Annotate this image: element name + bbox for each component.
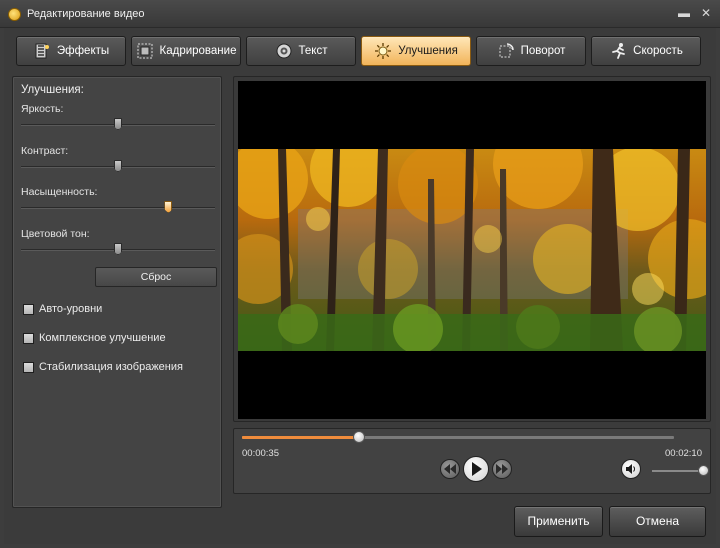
tab-enhance[interactable]: Улучшения: [361, 36, 471, 66]
text-icon: [275, 42, 293, 60]
contrast-slider[interactable]: [21, 160, 215, 172]
rewind-icon: [444, 464, 456, 474]
rotate-icon: [497, 42, 515, 60]
effects-icon: [33, 42, 51, 60]
stabilization-checkbox[interactable]: [23, 361, 34, 373]
enhancements-panel: Улучшения: Яркость: Контраст: Насыщеннос…: [12, 76, 222, 508]
current-time: 00:00:35: [242, 448, 279, 459]
contrast-label: Контраст:: [21, 145, 69, 157]
tab-label: Кадрирование: [159, 45, 237, 57]
tab-label: Улучшения: [398, 45, 458, 57]
fast-forward-icon: [496, 464, 508, 474]
saturation-label: Насыщенность:: [21, 186, 98, 198]
volume-thumb[interactable]: [698, 465, 709, 476]
tab-effects[interactable]: Эффекты: [16, 36, 126, 66]
video-preview-frame: [233, 76, 711, 422]
video-frame-image: [238, 149, 706, 351]
auto-levels-label: Авто-уровни: [39, 303, 103, 315]
tab-label: Текст: [298, 45, 328, 57]
saturation-slider[interactable]: [21, 201, 215, 213]
stabilization-option[interactable]: Стабилизация изображения: [23, 361, 183, 373]
auto-levels-option[interactable]: Авто-уровни: [23, 303, 102, 315]
video-preview[interactable]: [238, 81, 706, 419]
slider-thumb[interactable]: [164, 201, 173, 213]
slider-thumb[interactable]: [114, 160, 122, 172]
brightness-slider[interactable]: [21, 118, 215, 130]
crop-icon: [136, 42, 154, 60]
hue-label: Цветовой тон:: [21, 228, 90, 240]
brightness-label: Яркость:: [21, 103, 64, 115]
tab-label: Поворот: [520, 45, 566, 57]
apply-button[interactable]: Применить: [514, 506, 603, 537]
complex-enhance-label: Комплексное улучшение: [39, 332, 166, 344]
enhance-icon: [374, 42, 392, 60]
title-bar: Редактирование видео ▬ ✕: [0, 0, 720, 28]
volume-button[interactable]: [621, 459, 641, 479]
play-icon: [472, 462, 482, 476]
previous-button[interactable]: [440, 459, 460, 479]
slider-thumb[interactable]: [114, 243, 122, 255]
app-icon: [8, 8, 21, 21]
cancel-button[interactable]: Отмена: [609, 506, 706, 537]
tab-label: Скорость: [633, 45, 683, 57]
tab-speed[interactable]: Скорость: [591, 36, 701, 66]
stabilization-label: Стабилизация изображения: [39, 361, 183, 373]
window-body: Эффекты Кадрирование Текст Улучшения Пов…: [4, 28, 716, 544]
complex-enhance-option[interactable]: Комплексное улучшение: [23, 332, 166, 344]
tab-bar: Эффекты Кадрирование Текст Улучшения Пов…: [14, 36, 706, 68]
tab-label: Эффекты: [56, 45, 110, 57]
speed-icon: [609, 42, 627, 60]
play-button[interactable]: [463, 456, 489, 482]
tab-rotate[interactable]: Поворот: [476, 36, 586, 66]
reset-button[interactable]: Сброс: [95, 267, 217, 287]
total-time: 00:02:10: [665, 448, 702, 459]
tab-text[interactable]: Текст: [246, 36, 356, 66]
seek-bar[interactable]: [242, 431, 674, 443]
seek-progress: [242, 436, 359, 439]
next-button[interactable]: [492, 459, 512, 479]
panel-title: Улучшения:: [21, 84, 84, 96]
hue-slider[interactable]: [21, 243, 215, 255]
auto-levels-checkbox[interactable]: [23, 303, 34, 315]
minimize-button[interactable]: ▬: [676, 6, 692, 20]
speaker-icon: [626, 464, 636, 474]
complex-enhance-checkbox[interactable]: [23, 332, 34, 344]
seek-thumb[interactable]: [352, 431, 365, 443]
tab-crop[interactable]: Кадрирование: [131, 36, 241, 66]
volume-slider[interactable]: [652, 465, 709, 476]
slider-thumb[interactable]: [114, 118, 122, 130]
playback-controls: 00:00:35 00:02:10: [233, 428, 711, 494]
close-button[interactable]: ✕: [698, 6, 714, 20]
window-title: Редактирование видео: [27, 8, 145, 20]
